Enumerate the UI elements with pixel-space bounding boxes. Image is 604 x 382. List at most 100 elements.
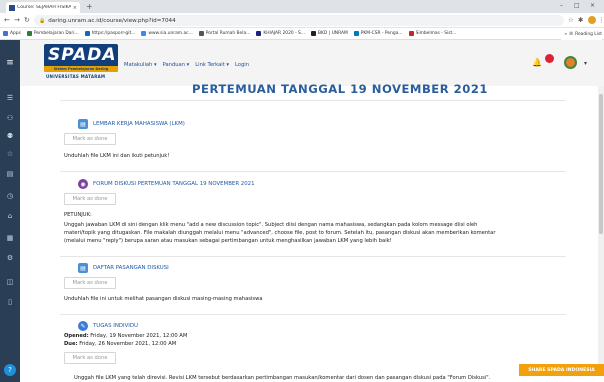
- bookmark-item[interactable]: Pembelajaran Dari...: [26, 31, 79, 36]
- activity-name: TUGAS INDIVIDU: [93, 323, 138, 329]
- page-scrollbar[interactable]: [598, 86, 604, 364]
- new-tab-button[interactable]: +: [86, 1, 93, 12]
- page-title: PERTEMUAN TANGGAL 19 NOVEMBER 2021: [192, 82, 488, 96]
- bookmarks-more-icon[interactable]: »: [564, 32, 567, 37]
- reading-list-link[interactable]: Reading List: [575, 32, 602, 37]
- rail-grades-icon[interactable]: ▤: [0, 170, 20, 178]
- rail-menu-icon[interactable]: ☰: [0, 94, 20, 102]
- bookmark-label: Portal Rumah Bela...: [205, 31, 251, 36]
- nav-login[interactable]: Login: [235, 62, 249, 68]
- bookmark-item[interactable]: Portal Rumah Bela...: [198, 31, 251, 36]
- bookmark-item[interactable]: KHIAJAR 2020 - S...: [256, 31, 305, 36]
- nav-matakuliah[interactable]: Matakuliah ▾: [124, 62, 157, 68]
- bookmark-label: KHIAJAR 2020 - S...: [263, 31, 306, 36]
- bookmark-item[interactable]: BKD | UNRAM: [311, 31, 348, 36]
- bookmark-item[interactable]: www.sia.unram.ac...: [141, 31, 193, 36]
- bookmark-favicon-icon: [353, 31, 359, 36]
- bookmarks-right: » ☰ Reading List: [561, 28, 602, 40]
- nav-panduan[interactable]: Panduan ▾: [163, 62, 190, 68]
- nav-link-terkait[interactable]: Link Terkait ▾: [195, 62, 229, 68]
- divider: [60, 171, 566, 172]
- user-menu-chevron-icon[interactable]: ▾: [584, 60, 587, 67]
- maximize-button[interactable]: □: [574, 1, 580, 11]
- browser-tab[interactable]: Course: SEJARAH FISIKA KEL... ×: [6, 2, 80, 13]
- bookmark-item[interactable]: https://pasporr-git...: [84, 31, 135, 36]
- spada-logo[interactable]: SPADA Sistem Pembelajaran Daring: [44, 44, 118, 72]
- bell-icon[interactable]: 🔔: [532, 58, 542, 67]
- activity-name: FORUM DISKUSI PERTEMUAN TANGGAL 19 NOVEM…: [93, 181, 255, 187]
- tab-close-icon[interactable]: ×: [73, 5, 77, 11]
- activity-name: LEMBAR KERJA MAHASISWA (LKM): [93, 121, 185, 127]
- university-name: UNIVERSITAS MATARAM: [46, 74, 106, 79]
- logo-subtitle: Sistem Pembelajaran Daring: [44, 66, 118, 72]
- close-window-button[interactable]: ×: [590, 1, 595, 11]
- left-rail: ☰ ⚇ ⚉ ☆ ▤ ◷ ⌂ ▦ ⚙ ◫ ▯: [0, 86, 20, 382]
- rail-calendar-icon[interactable]: ▦: [0, 234, 20, 242]
- bookmark-label: www.sia.unram.ac...: [148, 31, 193, 36]
- chat-icon[interactable]: [545, 54, 554, 63]
- hamburger-icon[interactable]: ≡: [0, 40, 20, 86]
- user-avatar[interactable]: [564, 56, 577, 69]
- bookmark-label: BKD | UNRAM: [318, 31, 348, 36]
- star-icon[interactable]: ☆: [568, 15, 574, 26]
- instructions-line: (melalui menu "reply") berupa saran atau…: [64, 238, 392, 244]
- url-text: daring.unram.ac.id/course/view.php?id=70…: [48, 17, 176, 24]
- favicon-icon: [9, 4, 15, 11]
- back-icon[interactable]: ←: [4, 15, 10, 26]
- activity-tugas-individu[interactable]: ✎ TUGAS INDIVIDU: [78, 321, 138, 331]
- bookmark-label: Simbelmas - Sist...: [415, 31, 457, 36]
- rail-files-icon[interactable]: ⚙: [0, 254, 20, 262]
- bookmark-favicon-icon: [256, 31, 262, 36]
- activity-lkm[interactable]: ▤ LEMBAR KERJA MAHASISWA (LKM): [78, 119, 185, 129]
- rail-people-icon[interactable]: ⚇: [0, 114, 20, 122]
- file-icon: ▤: [78, 119, 88, 129]
- menu-dots-icon[interactable]: ⋮: [598, 15, 604, 26]
- rail-mobile-icon[interactable]: ▯: [0, 298, 20, 306]
- url-field[interactable]: 🔒 daring.unram.ac.id/course/view.php?id=…: [34, 15, 564, 26]
- rail-dashboard-icon[interactable]: ◷: [0, 192, 20, 200]
- rail-home-icon[interactable]: ⌂: [0, 212, 20, 220]
- extensions-icon[interactable]: ✱: [578, 15, 583, 26]
- mark-as-done-button[interactable]: Mark as done: [64, 133, 116, 145]
- activity-name: DAFTAR PASANGAN DISKUSI: [93, 265, 169, 271]
- bookmark-favicon-icon: [311, 31, 317, 36]
- bookmark-label: Pembelajaran Dari...: [33, 31, 79, 36]
- share-spada-button[interactable]: SHARE SPADA INDONESIA: [519, 364, 604, 376]
- instructions-heading: PETUNJUK:: [64, 212, 92, 218]
- divider: [60, 100, 566, 101]
- bookmark-favicon-icon: [26, 31, 32, 36]
- tab-strip: Course: SEJARAH FISIKA KEL... × + – □ ×: [0, 0, 604, 13]
- activity-description: Unduhlah file ini untuk melihat pasangan…: [64, 296, 263, 302]
- mark-as-done-button[interactable]: Mark as done: [64, 193, 116, 205]
- bookmark-favicon-icon: [141, 31, 147, 36]
- bookmark-item[interactable]: Simbelmas - Sist...: [408, 31, 457, 36]
- bookmark-favicon-icon: [3, 31, 8, 36]
- activity-daftar-pasangan[interactable]: ▤ DAFTAR PASANGAN DISKUSI: [78, 263, 169, 273]
- activity-forum[interactable]: ◉ FORUM DISKUSI PERTEMUAN TANGGAL 19 NOV…: [78, 179, 255, 189]
- forum-icon: ◉: [78, 179, 88, 189]
- forward-icon[interactable]: →: [14, 15, 20, 26]
- minimize-button[interactable]: –: [560, 1, 563, 11]
- rail-courses-icon[interactable]: ◫: [0, 278, 20, 286]
- mark-as-done-button[interactable]: Mark as done: [64, 277, 116, 289]
- opened-label: Opened:: [64, 333, 89, 339]
- mark-as-done-button[interactable]: Mark as done: [64, 352, 116, 364]
- due-date: Due: Friday, 26 November 2021, 12:00 AM: [64, 340, 176, 348]
- opened-value: Friday, 19 November 2021, 12:00 AM: [90, 333, 188, 339]
- assignment-icon: ✎: [78, 321, 88, 331]
- main-nav: Matakuliah ▾ Panduan ▾ Link Terkait ▾ Lo…: [124, 62, 249, 68]
- profile-avatar[interactable]: [588, 16, 596, 24]
- rail-star-icon[interactable]: ☆: [0, 150, 20, 158]
- scrollbar-thumb[interactable]: [599, 94, 603, 234]
- reload-icon[interactable]: ↻: [24, 15, 30, 26]
- instructions-line: materi/topik yang ditugaskan. File makal…: [64, 230, 496, 236]
- bookmark-favicon-icon: [198, 31, 204, 36]
- rail-badges-icon[interactable]: ⚉: [0, 132, 20, 140]
- tab-title: Course: SEJARAH FISIKA KEL...: [17, 5, 71, 10]
- activity-description: Unggah file LKM yang telah direvisi. Rev…: [74, 375, 491, 381]
- logo-word: SPADA: [48, 45, 117, 65]
- help-icon[interactable]: ?: [4, 364, 16, 376]
- instructions-line: Unggah jawaban LKM di sini dengan klik m…: [64, 222, 478, 228]
- bookmark-item[interactable]: Apps: [3, 31, 21, 36]
- bookmark-item[interactable]: PKM-CSR - Penga...: [353, 31, 403, 36]
